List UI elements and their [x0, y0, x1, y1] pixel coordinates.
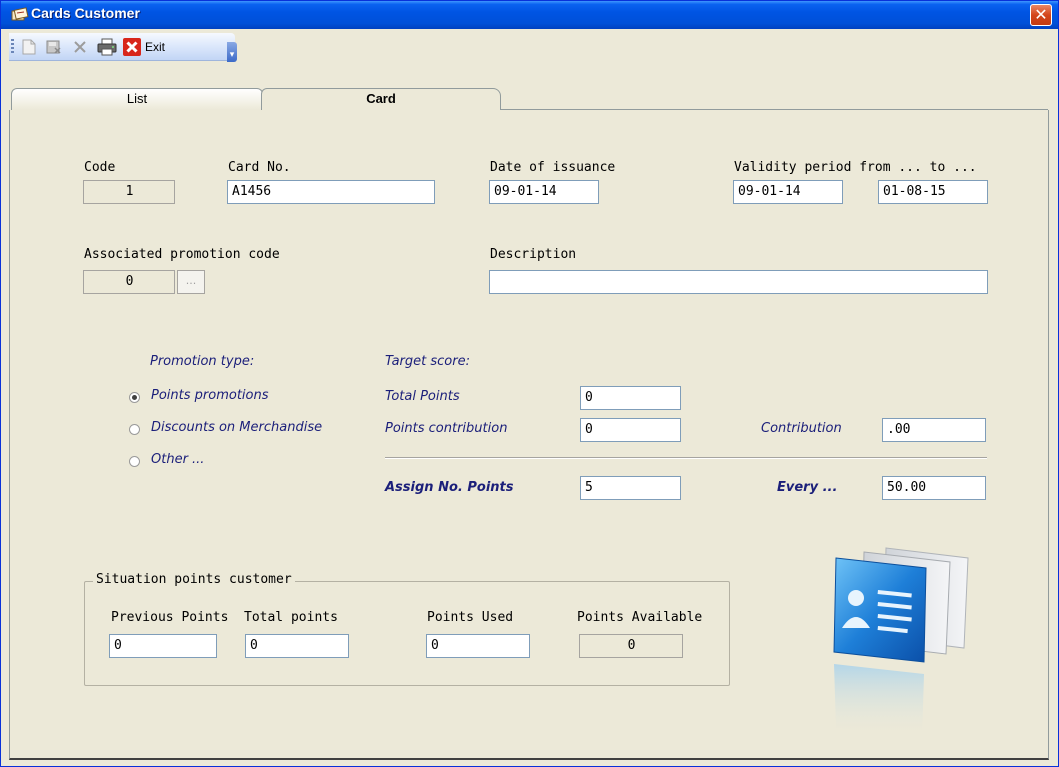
description-label: Description	[490, 247, 577, 262]
total-points-label: Total Points	[385, 389, 460, 404]
total-points-situation-input[interactable]: 0	[245, 634, 349, 658]
promotion-type-label: Promotion type:	[150, 354, 255, 369]
radio-discounts-merchandise-label[interactable]: Discounts on Merchandise	[151, 420, 322, 435]
window-title: Cards Customer	[31, 5, 140, 21]
toolbar: Exit	[9, 33, 235, 61]
total-points-input[interactable]: 0	[580, 386, 681, 410]
promo-code-label: Associated promotion code	[84, 247, 280, 262]
title-bar[interactable]: Cards Customer ✕	[1, 1, 1058, 29]
promo-code-field: 0	[83, 270, 175, 294]
exit-red-x-icon	[123, 38, 141, 56]
previous-points-label: Previous Points	[111, 610, 229, 625]
tab-list[interactable]: List	[11, 88, 263, 110]
promo-code-browse-button[interactable]: ...	[177, 270, 205, 294]
radio-other[interactable]	[129, 456, 140, 467]
close-button[interactable]: ✕	[1030, 4, 1052, 26]
points-used-input[interactable]: 0	[426, 634, 530, 658]
cards-app-icon	[11, 7, 29, 21]
cards-illustration-icon	[833, 547, 969, 738]
new-button[interactable]	[19, 38, 39, 56]
contribution-label: Contribution	[761, 421, 842, 436]
total-points-situation-label: Total points	[244, 610, 338, 625]
exit-button[interactable]: Exit	[123, 38, 173, 56]
card-no-input[interactable]: A1456	[227, 180, 435, 204]
save-button[interactable]	[43, 38, 65, 56]
every-input[interactable]: 50.00	[882, 476, 986, 500]
exit-label: Exit	[145, 40, 166, 54]
radio-points-promotions[interactable]	[129, 392, 140, 403]
previous-points-input[interactable]: 0	[109, 634, 217, 658]
date-issuance-label: Date of issuance	[490, 160, 616, 175]
promotion-divider	[385, 457, 987, 459]
date-issuance-input[interactable]: 09-01-14	[489, 180, 599, 204]
card-no-label: Card No.	[228, 160, 291, 175]
points-contribution-label: Points contribution	[385, 421, 508, 436]
validity-from-input[interactable]: 09-01-14	[733, 180, 843, 204]
printer-icon	[97, 38, 117, 56]
radio-points-promotions-label[interactable]: Points promotions	[151, 388, 269, 403]
points-used-label: Points Used	[427, 610, 514, 625]
cards-customer-window: Cards Customer ✕ Exit ▾ List Card Code 1…	[0, 0, 1059, 767]
close-icon: ✕	[1034, 5, 1048, 24]
assign-points-input[interactable]: 5	[580, 476, 681, 500]
save-icon	[46, 40, 61, 54]
radio-other-label[interactable]: Other ...	[151, 452, 204, 467]
toolbar-grip[interactable]	[11, 39, 14, 55]
target-score-label: Target score:	[385, 354, 470, 369]
code-field: 1	[83, 180, 175, 204]
delete-x-icon	[74, 41, 86, 53]
validity-label: Validity period from ... to ...	[734, 160, 977, 175]
assign-points-label: Assign No. Points	[385, 480, 514, 495]
tab-card[interactable]: Card	[261, 88, 501, 111]
every-label-text: Every ...	[777, 480, 838, 495]
situation-group-title: Situation points customer	[93, 572, 295, 587]
points-contribution-input[interactable]: 0	[580, 418, 681, 442]
validity-to-input[interactable]: 01-08-15	[878, 180, 988, 204]
toolbar-overflow-chevron-icon[interactable]: ▾	[227, 42, 237, 62]
delete-button[interactable]	[69, 38, 91, 56]
code-label: Code	[84, 160, 116, 175]
radio-discounts-merchandise[interactable]	[129, 424, 140, 435]
new-document-icon	[22, 39, 36, 55]
description-input[interactable]	[489, 270, 988, 294]
contribution-input[interactable]: .00	[882, 418, 986, 442]
points-available-label: Points Available	[577, 610, 703, 625]
card-tab-panel: Code 1 Card No. A1456 Date of issuance 0…	[9, 110, 1049, 760]
print-button[interactable]	[95, 38, 119, 56]
points-available-field: 0	[579, 634, 683, 658]
